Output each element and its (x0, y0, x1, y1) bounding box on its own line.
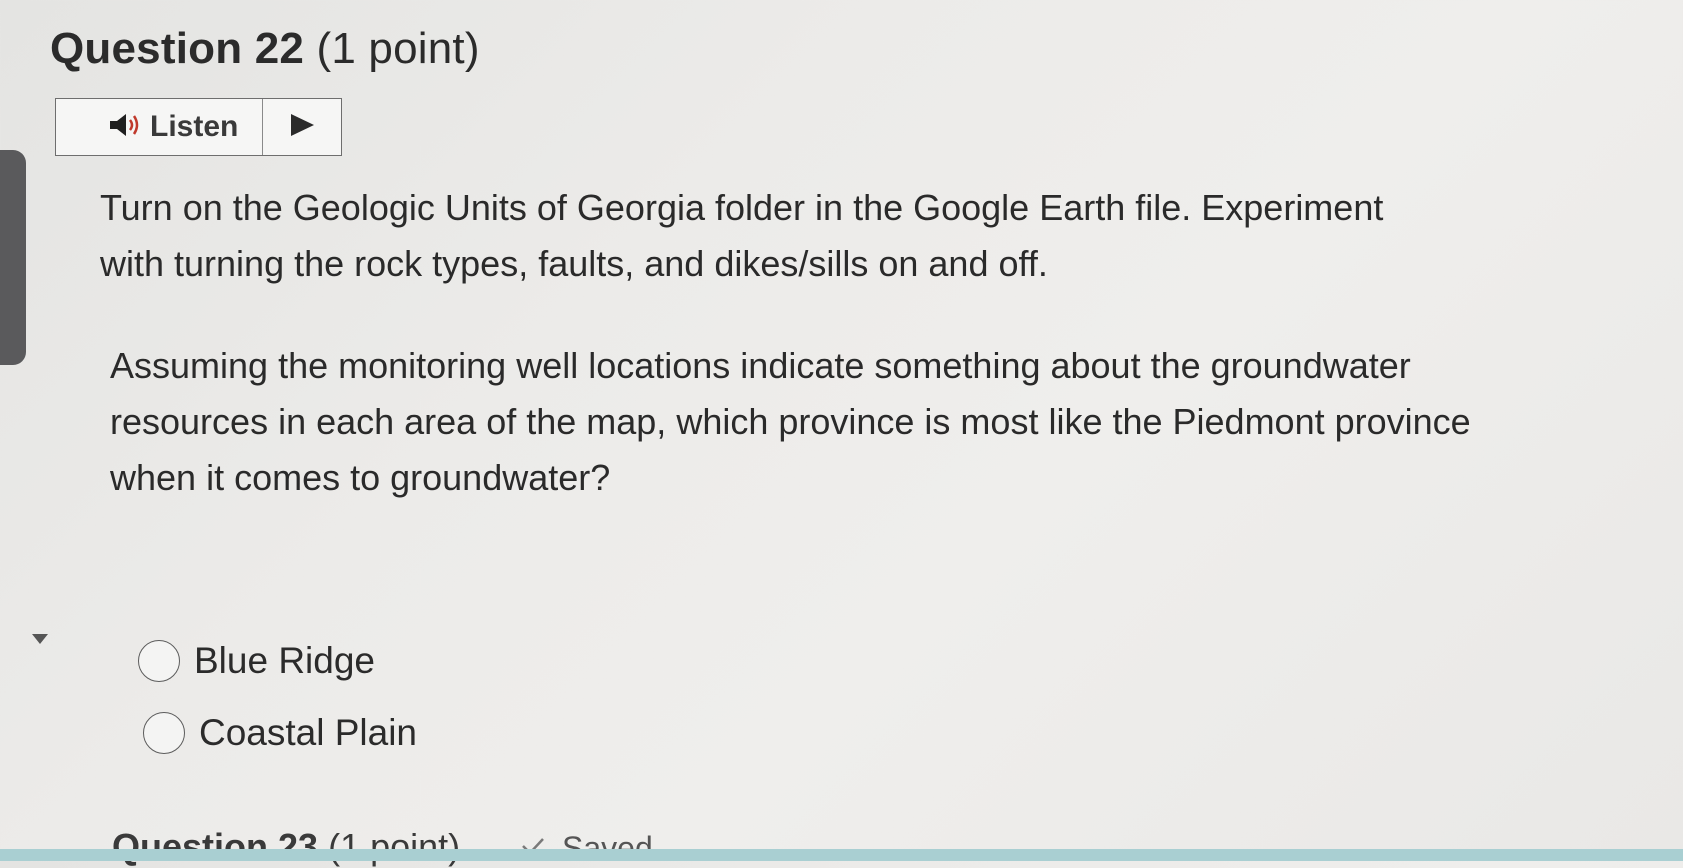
option-label: Blue Ridge (194, 640, 376, 681)
option-label: Coastal Plain (199, 712, 418, 753)
prompt-line: Assuming the monitoring well locations i… (110, 345, 1411, 386)
prompt-line: Turn on the Geologic Units of Georgia fo… (100, 187, 1384, 228)
play-button[interactable] (263, 99, 341, 155)
speaker-icon (108, 111, 142, 144)
answer-option-coastal-plain[interactable]: Coastal Plain (143, 712, 417, 754)
prompt-line: with turning the rock types, faults, and… (100, 243, 1048, 284)
question-title: Question 22 (1 point) (50, 24, 480, 74)
next-question-title: Question 23 (1 point) (112, 826, 460, 868)
radio-button[interactable] (138, 640, 180, 682)
listen-widget: Listen (55, 98, 342, 156)
prompt-line: resources in each area of the map, which… (110, 401, 1471, 442)
listen-label: Listen (150, 110, 239, 143)
scroll-indicator[interactable] (0, 150, 26, 365)
bottom-bar (0, 849, 1683, 861)
question-points: (1 point) (316, 24, 480, 73)
listen-button[interactable]: Listen (56, 99, 263, 155)
answer-option-blue-ridge[interactable]: Blue Ridge (138, 640, 375, 682)
question-number: Question 22 (50, 24, 305, 73)
radio-button[interactable] (143, 712, 185, 754)
prompt-line: when it comes to groundwater? (110, 457, 611, 498)
collapse-toggle-icon[interactable] (30, 632, 50, 651)
question-prompt-paragraph-2: Assuming the monitoring well locations i… (110, 338, 1471, 506)
question-prompt-paragraph-1: Turn on the Geologic Units of Georgia fo… (100, 180, 1383, 292)
play-icon (288, 112, 316, 143)
